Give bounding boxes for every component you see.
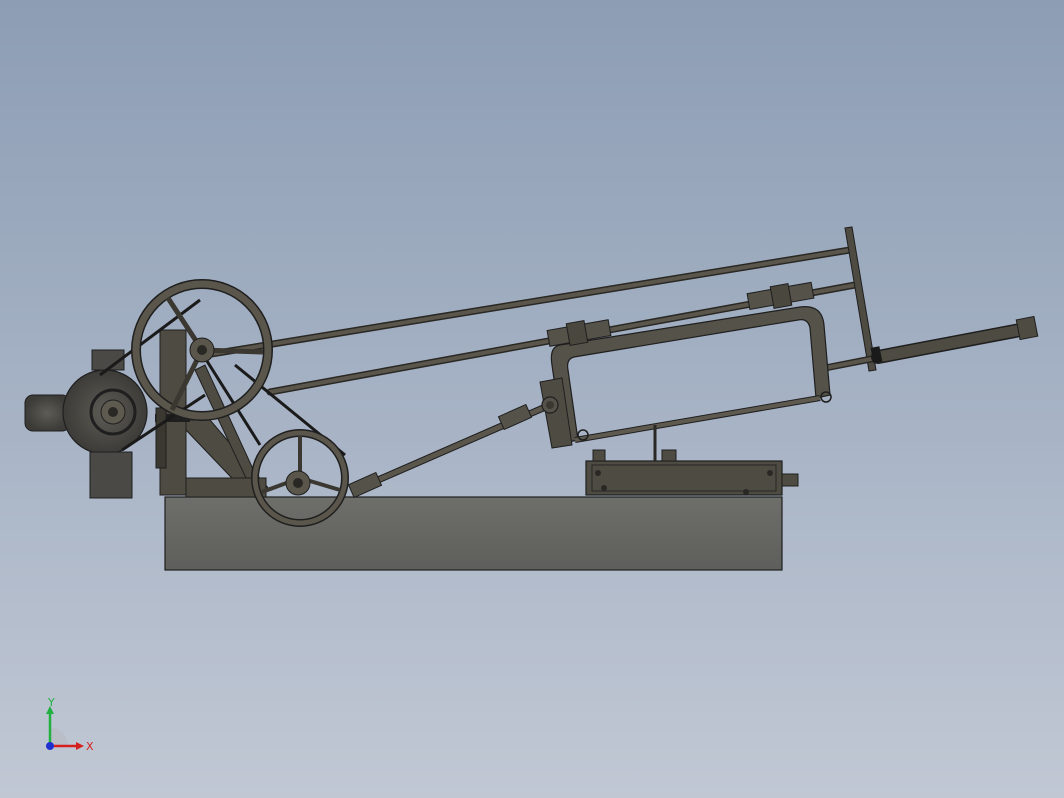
triad-x-label: X <box>86 740 94 753</box>
handle-rod[interactable] <box>821 315 1039 372</box>
triad-y-label: Y <box>47 696 55 709</box>
coordinate-triad: X Y <box>46 696 94 753</box>
triad-z-axis-icon <box>46 742 54 750</box>
connecting-rod[interactable] <box>347 396 559 499</box>
base-block[interactable] <box>164 496 783 571</box>
triad-x-arrow-icon <box>76 742 84 750</box>
hacksaw-machine-model[interactable] <box>0 0 1064 798</box>
graphics-viewport[interactable]: X Y <box>0 0 1064 798</box>
saw-frame[interactable] <box>539 281 832 449</box>
motor[interactable] <box>24 349 148 499</box>
